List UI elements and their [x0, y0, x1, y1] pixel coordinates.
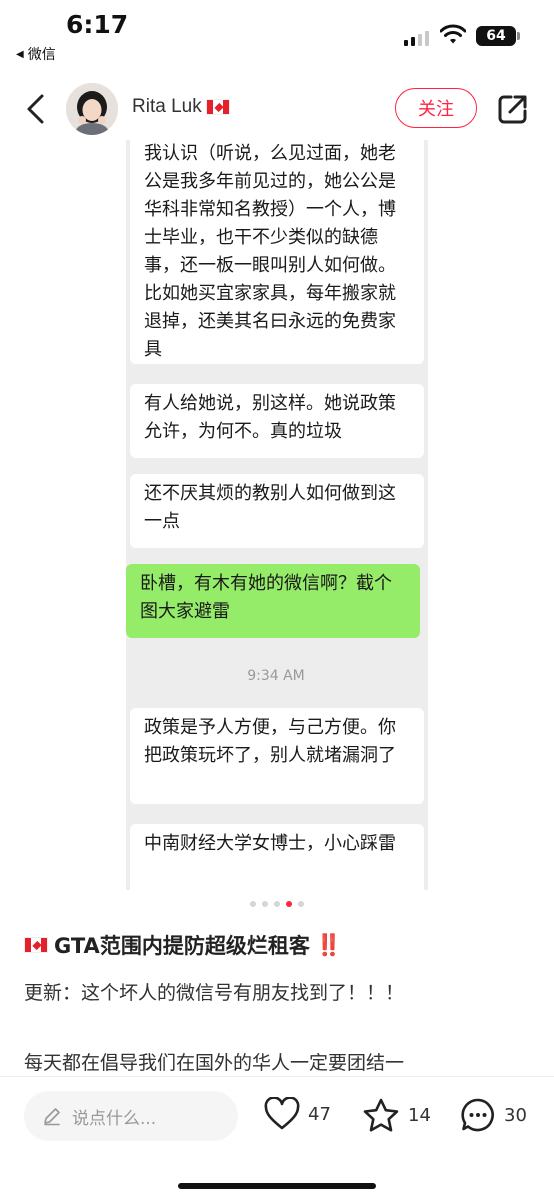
chat-screenshot: 我认识（听说，么见过面，她老公是我多年前见过的，她公公是华科非常知名教授）一个人…	[126, 140, 428, 890]
canada-flag-icon	[24, 937, 48, 953]
collect-count: 14	[408, 1104, 431, 1126]
cellular-signal-icon	[404, 30, 429, 46]
carousel-dot	[298, 901, 304, 907]
comment-bubble-icon	[461, 1098, 494, 1132]
comment-input[interactable]: 说点什么...	[24, 1091, 238, 1141]
status-time: 6:17	[66, 10, 129, 39]
carousel-dot	[262, 901, 268, 907]
avatar-image	[66, 83, 118, 135]
home-indicator[interactable]	[178, 1183, 376, 1189]
carousel-dot-active	[286, 901, 292, 907]
post-image-carousel[interactable]: 我认识（听说，么见过面，她老公是我多年前见过的，她公公是华科非常知名教授）一个人…	[0, 140, 554, 890]
post-header: Rita Luk 关注	[0, 78, 554, 140]
star-icon	[363, 1098, 399, 1132]
author-avatar[interactable]	[66, 83, 118, 135]
wifi-icon	[440, 24, 466, 44]
back-to-app-link[interactable]: ◀ 微信	[16, 44, 56, 64]
carousel-indicator	[0, 901, 554, 907]
post-update-text: 更新：这个坏人的微信号有朋友找到了！！！	[24, 982, 405, 1004]
chevron-left-icon	[27, 94, 44, 124]
battery-level: 64	[486, 28, 506, 44]
comment-placeholder: 说点什么...	[72, 1108, 157, 1129]
like-button[interactable]: 47	[264, 1097, 331, 1131]
follow-button[interactable]: 关注	[395, 88, 477, 128]
share-icon	[498, 95, 527, 124]
author-name-text: Rita Luk	[132, 96, 202, 117]
share-button[interactable]	[496, 92, 530, 126]
chat-bubble-incoming: 还不厌其烦的教别人如何做到这一点	[130, 474, 424, 548]
chat-bubble-incoming: 中南财经大学女博士，小心踩雷	[130, 824, 424, 890]
carousel-dot	[274, 901, 280, 907]
back-button[interactable]	[18, 90, 52, 128]
status-bar: 6:17 ◀ 微信 64	[0, 0, 554, 70]
chat-bubble-incoming: 政策是予人方便，与己方便。你把政策玩坏了，别人就堵漏洞了	[130, 708, 424, 804]
post-title-text: GTA范围内提防超级烂租客	[54, 934, 310, 958]
carousel-dot	[250, 901, 256, 907]
double-exclamation-icon: ‼️	[315, 932, 342, 957]
pencil-icon	[44, 1108, 60, 1126]
comment-count: 30	[504, 1104, 527, 1126]
author-name[interactable]: Rita Luk	[132, 96, 230, 118]
collect-button[interactable]: 14	[362, 1097, 431, 1133]
post-title: GTA范围内提防超级烂租客 ‼️	[24, 930, 534, 960]
heart-icon	[264, 1097, 300, 1130]
chat-timestamp: 9:34 AM	[247, 668, 305, 684]
bottom-action-bar: 说点什么... 47 14 30	[0, 1076, 554, 1200]
chat-bubble-incoming: 我认识（听说，么见过面，她老公是我多年前见过的，她公公是华科非常知名教授）一个人…	[130, 140, 424, 364]
back-app-label: 微信	[27, 47, 56, 63]
canada-flag-icon	[205, 99, 230, 115]
chat-bubble-incoming: 有人给她说，别这样。她说政策允许，为何不。真的垃圾	[130, 384, 424, 458]
back-triangle-icon: ◀	[16, 48, 24, 60]
post-body-text[interactable]: 每天都在倡导我们在国外的华人一定要团结一	[24, 1048, 404, 1076]
like-count: 47	[308, 1103, 331, 1125]
chat-bubble-outgoing: 卧槽，有木有她的微信啊？截个图大家避雷	[126, 564, 420, 638]
comment-button[interactable]: 30	[460, 1097, 527, 1133]
battery-indicator: 64	[476, 26, 520, 46]
